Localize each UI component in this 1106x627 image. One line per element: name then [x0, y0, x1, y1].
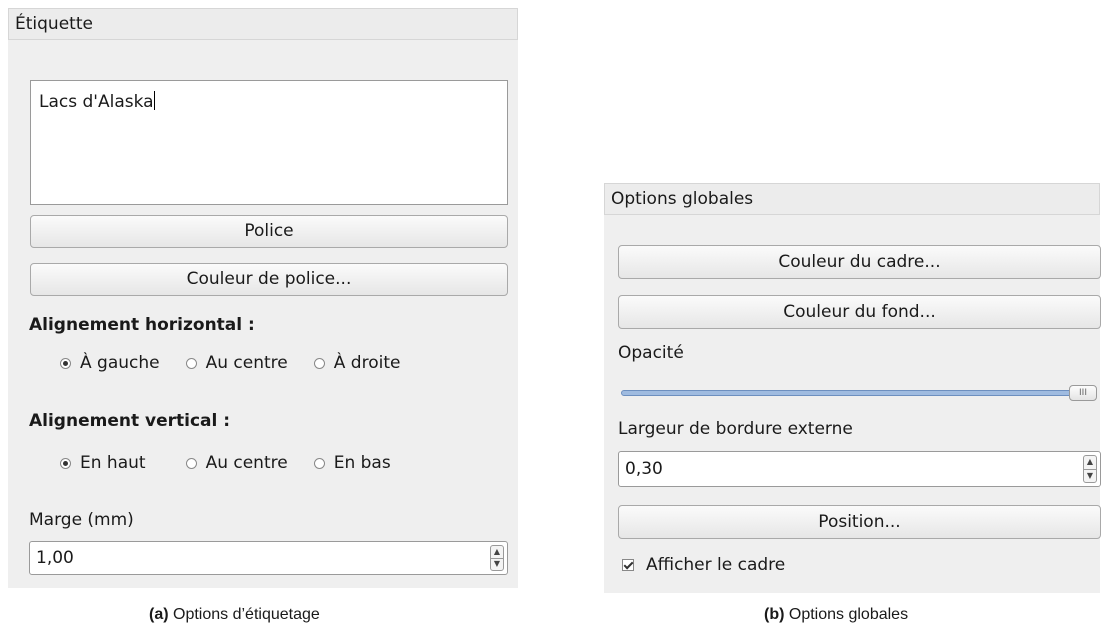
margin-value: 1,00 [36, 548, 74, 568]
radio-checked-icon[interactable] [60, 457, 71, 469]
border-width-label: Largeur de bordure externe [618, 419, 853, 439]
slider-grip-icon[interactable]: III [1069, 385, 1097, 401]
radio-label-right[interactable]: À droite [334, 353, 401, 373]
radio-label-center[interactable]: Au centre [206, 353, 288, 373]
spin-up-icon[interactable]: ▲ [493, 548, 501, 556]
show-frame-row[interactable]: Afficher le cadre [622, 555, 785, 575]
spin-up-icon[interactable]: ▲ [1086, 458, 1094, 466]
caption-b-prefix: (b) [764, 606, 785, 623]
panel-header-label: Étiquette [8, 8, 518, 40]
global-options-panel: Options globales Couleur du cadre... Cou… [604, 183, 1101, 593]
radio-label-bottom[interactable]: En bas [334, 453, 391, 473]
radio-checked-icon[interactable] [60, 357, 71, 369]
caption-a-prefix: (a) [149, 606, 169, 623]
background-color-button[interactable]: Couleur du fond... [618, 295, 1101, 329]
label-text-area[interactable]: Lacs d'Alaska [30, 80, 508, 205]
vertical-alignment-title: Alignement vertical : [29, 411, 231, 431]
panel-header-global: Options globales [604, 183, 1100, 215]
caption-a-text: Options d’étiquetage [173, 606, 320, 623]
border-width-value: 0,30 [625, 459, 663, 479]
spin-down-icon[interactable]: ▼ [493, 560, 501, 568]
checkbox-checked-icon[interactable] [622, 559, 634, 571]
show-frame-label[interactable]: Afficher le cadre [646, 555, 785, 575]
margin-label: Marge (mm) [29, 510, 134, 530]
radio-unchecked-icon[interactable] [313, 457, 325, 469]
spin-down-icon[interactable]: ▼ [1086, 472, 1094, 480]
radio-unchecked-icon[interactable] [313, 357, 325, 369]
vertical-alignment-group: En haut Au centre En bas [60, 453, 391, 473]
font-color-button[interactable]: Couleur de police... [30, 263, 508, 296]
caption-a: (a) Options d’étiquetage [149, 606, 320, 624]
spin-buttons[interactable]: ▲ ▼ [490, 545, 504, 571]
spin-buttons[interactable]: ▲ ▼ [1083, 455, 1097, 483]
font-button[interactable]: Police [30, 215, 508, 248]
caption-b: (b) Options globales [764, 606, 908, 624]
text-caret [153, 91, 155, 110]
opacity-slider-track[interactable] [621, 390, 1083, 396]
caption-b-text: Options globales [788, 606, 909, 623]
radio-label-middle[interactable]: Au centre [206, 453, 288, 473]
position-button[interactable]: Position... [618, 505, 1101, 539]
radio-unchecked-icon[interactable] [185, 357, 197, 369]
horizontal-alignment-group: À gauche Au centre À droite [60, 353, 400, 373]
label-options-panel: Étiquette Lacs d'Alaska Police Couleur d… [8, 8, 518, 588]
spin-divider [1084, 469, 1096, 470]
border-width-spinbox[interactable]: 0,30 ▲ ▼ [618, 451, 1101, 487]
opacity-label: Opacité [618, 343, 684, 363]
horizontal-alignment-title: Alignement horizontal : [29, 315, 255, 335]
radio-label-left[interactable]: À gauche [80, 353, 160, 373]
radio-label-top[interactable]: En haut [80, 453, 146, 473]
label-text-value: Lacs d'Alaska [39, 92, 154, 112]
margin-spinbox[interactable]: 1,00 ▲ ▼ [29, 541, 508, 575]
radio-unchecked-icon[interactable] [185, 457, 197, 469]
frame-color-button[interactable]: Couleur du cadre... [618, 245, 1101, 279]
